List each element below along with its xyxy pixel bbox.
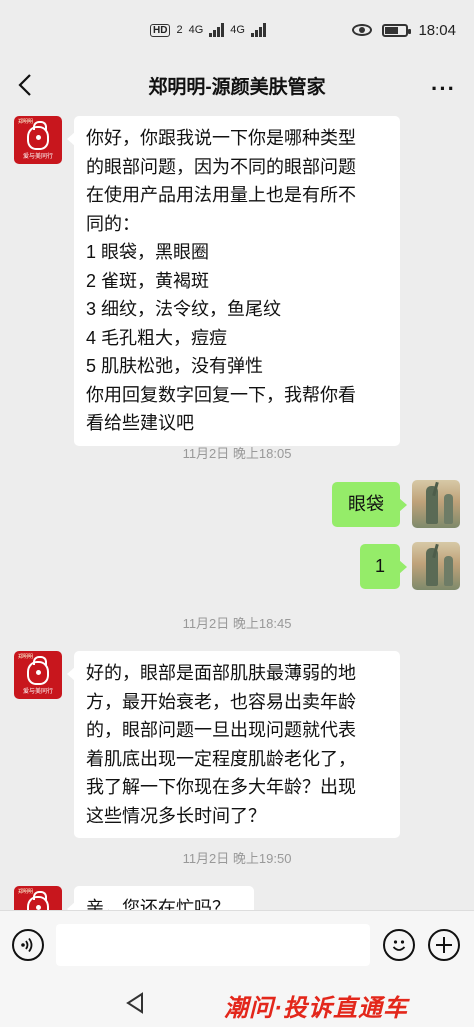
plus-glyph-icon	[436, 937, 452, 953]
voice-waves-icon	[21, 937, 33, 953]
signal-2-icon	[250, 23, 266, 37]
timestamp: 11月2日 晚上19:50	[182, 851, 292, 866]
back-arrow-icon[interactable]	[14, 72, 40, 98]
message-line: 看给些建议吧	[86, 413, 194, 433]
message-input[interactable]	[56, 924, 370, 966]
message-line: 的眼部问题，因为不同的眼部问题	[86, 156, 356, 177]
timestamp: 11月2日 晚上18:45	[182, 616, 292, 631]
emoji-icon[interactable]	[383, 929, 415, 961]
message-bubble-shop[interactable]: 亲，您还在忙吗？	[67, 886, 254, 910]
shop-avatar[interactable]: 郑明明 爱与美同行	[14, 116, 62, 164]
chat-area[interactable]: 郑明明 爱与美同行 你好，你跟我说一下你是哪种类型 的眼部问题，因为不同的眼部问…	[0, 110, 474, 910]
message-line: 你好，你跟我说一下你是哪种类型	[86, 128, 356, 148]
message-line: 1 眼袋，黑眼圈	[86, 242, 210, 262]
signal-2-label: 4G	[230, 24, 245, 36]
signal-1-label: 4G	[188, 24, 204, 36]
message-line: 4 毛孔粗大，痘痘	[86, 327, 228, 348]
smile-face-icon	[392, 940, 406, 951]
status-bar: HD 2 4G 4G 18:04	[0, 0, 474, 60]
input-bar	[0, 910, 474, 980]
shop-avatar-caption: 爱与美同行	[22, 154, 53, 160]
message-line: 5 肌肤松弛，没有弹性	[86, 356, 264, 376]
more-icon[interactable]: ···	[431, 76, 456, 102]
message-line: 这些情况多长时间了？	[86, 805, 266, 826]
message-line: 的，眼部问题一旦出现问题就代表	[86, 720, 356, 740]
status-right: 18:04	[352, 22, 456, 39]
message-text: 亲，您还在忙吗？	[86, 898, 230, 910]
timestamp: 11月2日 晚上18:05	[182, 446, 292, 461]
message-line: 我了解一下你现在多大年龄？出现	[86, 777, 356, 797]
statue-figure-2	[444, 494, 453, 524]
shop-avatar-top: 郑明明	[18, 654, 34, 660]
status-left: HD 2 4G 4G	[150, 23, 266, 37]
message-bubble-shop[interactable]: 好的，眼部是面部肌肤最薄弱的地 方，最开始衰老，也容易出卖年龄 的，眼部问题一旦…	[67, 651, 400, 838]
message-line: 方，最开始衰老，也容易出卖年龄	[86, 691, 356, 712]
message-bubble-user[interactable]: 眼袋	[332, 482, 407, 527]
voice-icon[interactable]	[12, 929, 44, 961]
message-line: 好的，眼部是面部肌肤最薄弱的地	[86, 663, 356, 683]
message-line: 同的：	[86, 213, 140, 234]
sim-number: 2	[176, 24, 183, 36]
watermark-logo: 潮问·投诉直通车	[224, 995, 408, 1022]
statue-figure-2	[444, 556, 453, 586]
shop-avatar[interactable]: 郑明明 爱与美同行	[14, 651, 62, 699]
hd-badge: HD	[150, 23, 171, 37]
message-line: 2 雀斑，黄褐斑	[86, 270, 210, 291]
message-text: 1	[374, 556, 385, 576]
chat-title: 郑明明-源颜美肤管家	[148, 76, 326, 98]
shop-avatar-top: 郑明明	[18, 889, 34, 895]
message-line: 着肌底出现一定程度肌龄老化了，	[86, 748, 356, 769]
shop-avatar-top: 郑明明	[18, 119, 34, 125]
shop-avatar-caption: 爱与美同行	[22, 689, 53, 695]
message-text: 眼袋	[348, 494, 384, 514]
message-bubble-user[interactable]: 1	[360, 544, 407, 589]
message-line: 你用回复数字回复一下，我帮你看	[86, 384, 356, 405]
chat-header: 郑明明-源颜美肤管家 ···	[0, 60, 474, 110]
nav-back-icon[interactable]	[124, 992, 146, 1014]
shop-avatar[interactable]: 郑明明 爱与美同行	[14, 886, 62, 910]
bag-icon	[27, 656, 49, 685]
user-avatar[interactable]	[412, 480, 460, 528]
signal-1-icon	[209, 23, 225, 37]
eye-icon	[352, 24, 373, 36]
user-avatar[interactable]	[412, 542, 460, 590]
system-nav-bar: 潮问·投诉直通车	[0, 980, 474, 1027]
plus-icon[interactable]	[428, 929, 460, 961]
bag-icon	[27, 121, 49, 150]
message-bubble-shop[interactable]: 你好，你跟我说一下你是哪种类型 的眼部问题，因为不同的眼部问题 在使用产品用法用…	[67, 116, 400, 446]
bag-icon	[27, 891, 49, 910]
status-time: 18:04	[418, 21, 456, 39]
battery-icon	[382, 23, 412, 37]
message-line: 3 细纹，法令纹，鱼尾纹	[86, 299, 282, 319]
message-line: 在使用产品用法用量上也是有所不	[86, 185, 356, 205]
